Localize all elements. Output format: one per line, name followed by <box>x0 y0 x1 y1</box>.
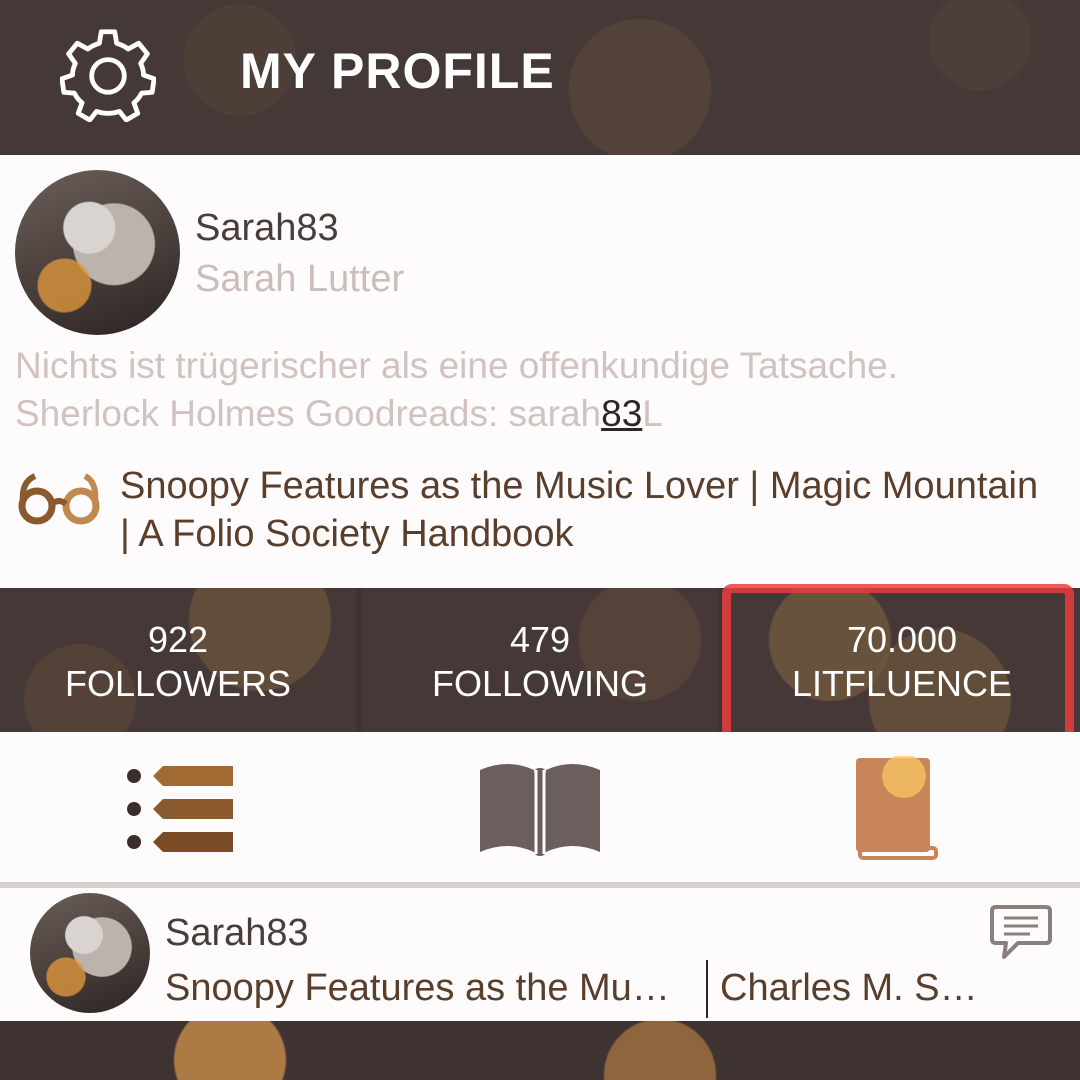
profile-username: Sarah83 <box>195 207 339 249</box>
bio-link[interactable]: 83 <box>601 393 642 434</box>
gear-icon[interactable] <box>60 26 156 122</box>
following-count: 479 <box>509 619 571 660</box>
tab-library[interactable] <box>360 732 720 882</box>
profile-full-name: Sarah Lutter <box>195 258 405 300</box>
feed-author[interactable]: Charles M. S… <box>720 967 985 1010</box>
currently-reading[interactable]: Snoopy Features as the Music Lover | Mag… <box>120 462 1050 558</box>
app-header: MY PROFILE <box>0 0 1080 155</box>
bio-text: Sherlock Holmes Goodreads: sarah <box>15 393 602 434</box>
avatar[interactable] <box>15 170 180 335</box>
list-icon <box>127 766 233 852</box>
followers-count: 922 <box>147 619 209 660</box>
feed-avatar[interactable] <box>30 893 150 1013</box>
litfluence-stat[interactable]: 70.000 LITFLUENCE <box>724 588 1080 732</box>
feed-username[interactable]: Sarah83 <box>165 912 309 955</box>
litfluence-count: 70.000 <box>846 619 958 660</box>
litfluence-label: LITFLUENCE <box>791 663 1013 704</box>
page-title: MY PROFILE <box>240 43 555 99</box>
profile-bio: Nichts ist trügerischer als eine offenku… <box>15 342 1065 438</box>
followers-stat[interactable]: 922 FOLLOWERS <box>0 588 356 732</box>
feed-book-title[interactable]: Snoopy Features as the Mu… <box>165 967 695 1010</box>
following-label: FOLLOWING <box>431 663 649 704</box>
open-book-icon <box>480 764 600 856</box>
feed-separator <box>706 960 708 1018</box>
closed-book-icon <box>856 756 938 860</box>
tab-bookshelf[interactable] <box>720 732 1080 882</box>
reading-glasses-icon <box>18 473 100 525</box>
bio-line-2: Sherlock Holmes Goodreads: sarah83L <box>15 390 1065 438</box>
tab-lists[interactable] <box>0 732 360 882</box>
following-stat[interactable]: 479 FOLLOWING <box>362 588 718 732</box>
profile-tabs <box>0 732 1080 882</box>
followers-label: FOLLOWERS <box>64 663 292 704</box>
bio-line-1: Nichts ist trügerischer als eine offenku… <box>15 345 899 386</box>
bio-text-suffix: L <box>642 393 663 434</box>
comment-icon[interactable] <box>990 903 1052 963</box>
stats-bar: 922 FOLLOWERS 479 FOLLOWING 70.000 LITFL… <box>0 588 1080 732</box>
